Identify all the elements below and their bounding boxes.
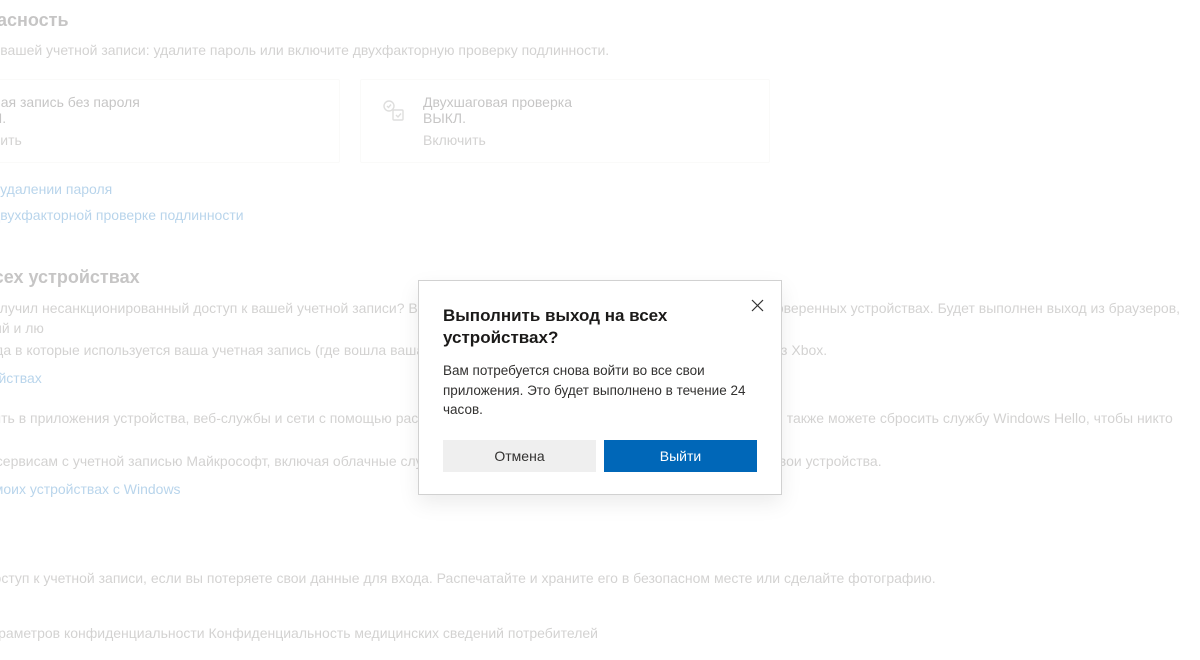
dialog-button-row: Отмена Выйти <box>443 440 757 472</box>
dialog-title: Выполнить выход на всех устройствах? <box>443 305 757 349</box>
close-icon[interactable] <box>745 293 769 317</box>
signout-button[interactable]: Выйти <box>604 440 757 472</box>
cancel-button[interactable]: Отмена <box>443 440 596 472</box>
dialog-body: Вам потребуется снова войти во все свои … <box>443 361 757 420</box>
modal-overlay: Выполнить выход на всех устройствах? Вам… <box>0 0 1200 660</box>
signout-confirm-dialog: Выполнить выход на всех устройствах? Вам… <box>418 280 782 495</box>
